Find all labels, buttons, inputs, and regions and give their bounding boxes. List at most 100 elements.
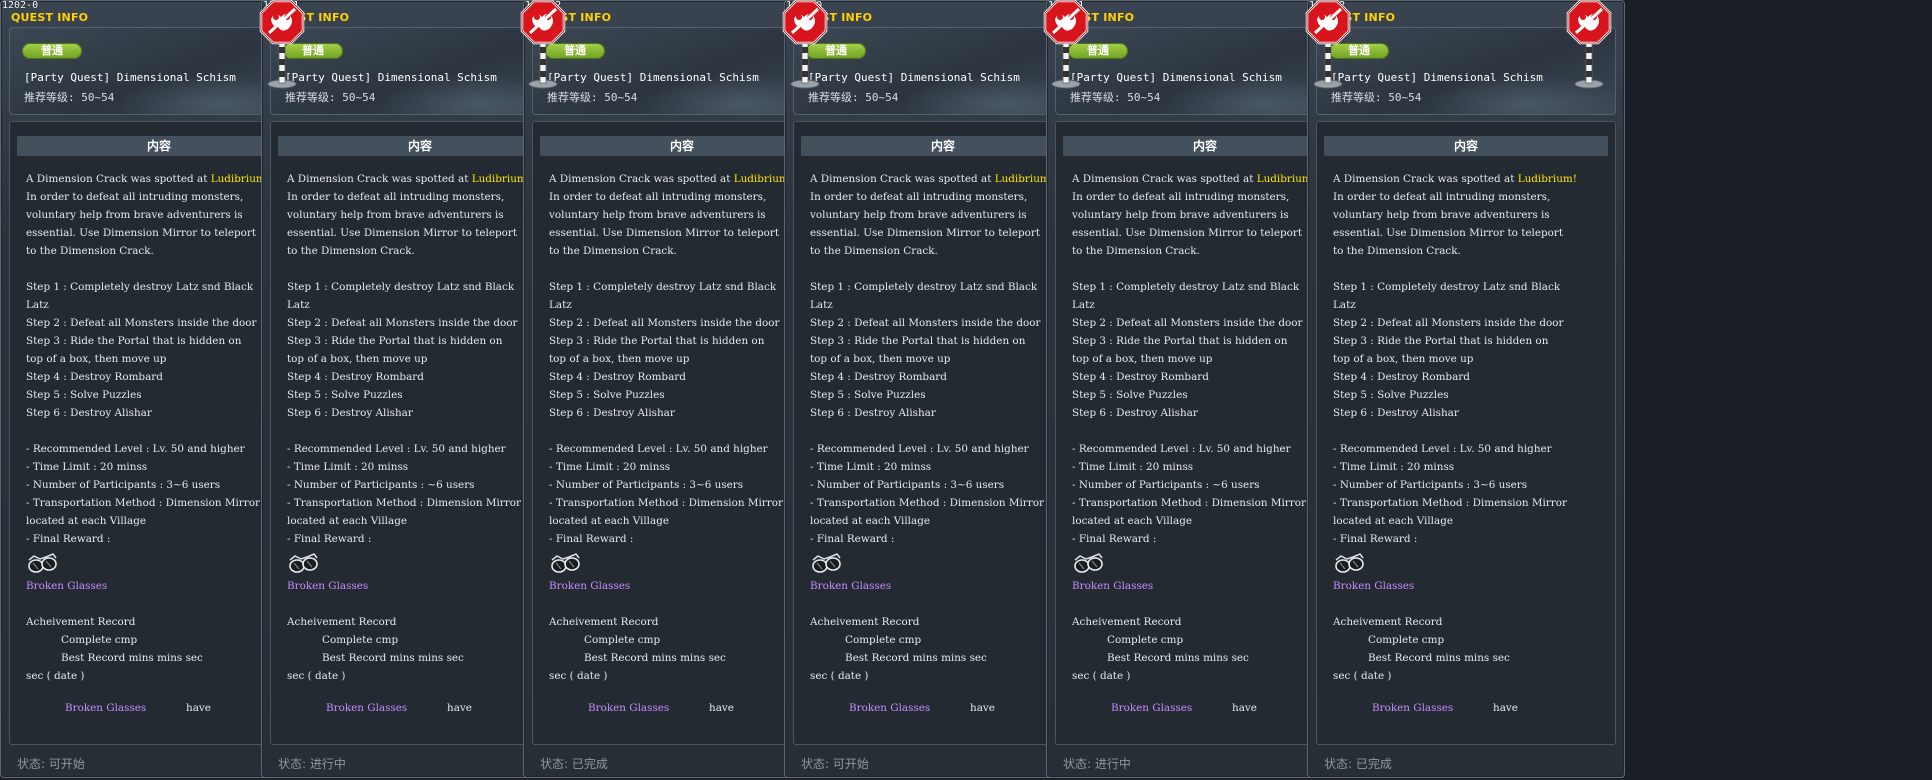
steps-line: top of a box, then move up <box>810 353 951 365</box>
steps-line: Step 4 : Destroy Rombard <box>1333 371 1470 383</box>
have-reward-name: Broken Glasses <box>588 702 670 714</box>
steps-line: Step 2 : Defeat all Monsters inside the … <box>1333 317 1564 329</box>
record-complete: Complete cmp <box>584 634 661 646</box>
recommended-level: 推荐等级: 50~54 <box>1070 91 1161 104</box>
glasses-icon <box>1074 553 1103 573</box>
info-after-line: - Final Reward : <box>810 533 895 545</box>
have-reward-name: Broken Glasses <box>1372 702 1454 714</box>
record-complete: Complete cmp <box>61 634 138 646</box>
record-complete: Complete cmp <box>1368 634 1445 646</box>
info-after-line: - Final Reward : <box>1333 533 1418 545</box>
reward-name: Broken Glasses <box>1333 580 1415 592</box>
info-before-line: - Recommended Level : Lv. 50 and higher <box>287 443 506 455</box>
record-best: Best Record mins mins sec <box>322 652 464 664</box>
steps-line: Step 6 : Destroy Alishar <box>810 407 936 419</box>
record-date: sec ( date ) <box>549 670 608 682</box>
quest-status: 状态: 已完成 <box>1324 757 1392 771</box>
have-reward-name: Broken Glasses <box>326 702 408 714</box>
content-section-header: 内容 <box>1324 136 1608 156</box>
info-after-line: - Final Reward : <box>1072 533 1157 545</box>
reward-name: Broken Glasses <box>26 580 108 592</box>
record-date: sec ( date ) <box>1333 670 1392 682</box>
record-title: Acheivement Record <box>549 616 659 628</box>
stop-sign-icon <box>259 0 305 89</box>
steps-line: Step 3 : Ride the Portal that is hidden … <box>26 335 242 347</box>
info-after-line: - Transportation Method : Dimension Mirr… <box>549 497 783 509</box>
intro-line: A Dimension Crack was spotted at Ludibri… <box>549 173 793 185</box>
recommended-level: 推荐等级: 50~54 <box>24 91 115 104</box>
steps-line: Latz <box>287 299 310 311</box>
steps-line: Step 4 : Destroy Rombard <box>1072 371 1209 383</box>
glasses-icon <box>812 553 841 573</box>
record-date: sec ( date ) <box>287 670 346 682</box>
stop-sign-icon <box>520 0 566 89</box>
info-after-line: - Final Reward : <box>549 533 634 545</box>
record-complete: Complete cmp <box>322 634 399 646</box>
steps-line: Step 2 : Defeat all Monsters inside the … <box>1072 317 1303 329</box>
steps-line: Step 1 : Completely destroy Latz snd Bla… <box>26 281 254 293</box>
location-highlight: Ludibrium! <box>1517 173 1577 185</box>
recommended-level: 推荐等级: 50~54 <box>285 91 376 104</box>
intro-lines-line: voluntary help from brave adventurers is <box>1072 209 1289 221</box>
recommended-level: 推荐等级: 50~54 <box>808 91 899 104</box>
intro-lines-line: essential. Use Dimension Mirror to telep… <box>810 227 1041 239</box>
intro-line: A Dimension Crack was spotted at Ludibri… <box>1072 173 1316 185</box>
record-best: Best Record mins mins sec <box>1368 652 1510 664</box>
intro-lines-line: to the Dimension Crack. <box>1333 245 1461 257</box>
content-section-header: 内容 <box>17 136 301 156</box>
info-after-line: located at each Village <box>287 515 407 527</box>
info-after-line: - Transportation Method : Dimension Mirr… <box>287 497 521 509</box>
steps-line: Step 1 : Completely destroy Latz snd Bla… <box>287 281 515 293</box>
info-before-line: - Recommended Level : Lv. 50 and higher <box>1072 443 1291 455</box>
info-before-line: - Time Limit : 20 minss <box>26 461 148 473</box>
record-title: Acheivement Record <box>1072 616 1182 628</box>
quest-content: 内容 A Dimension Crack was spotted at Ludi… <box>1316 121 1616 745</box>
quest-info-panels: 1202-0 QUEST INFO 普通 [Party Quest] Dimen… <box>0 0 1932 780</box>
info-before-line: - Recommended Level : Lv. 50 and higher <box>1333 443 1552 455</box>
steps-line: Step 3 : Ride the Portal that is hidden … <box>549 335 765 347</box>
steps-line: Step 3 : Ride the Portal that is hidden … <box>287 335 503 347</box>
participants-line: - Number of Participants : 3~6 users <box>26 479 221 491</box>
steps-line: Step 3 : Ride the Portal that is hidden … <box>810 335 1026 347</box>
have-reward-name: Broken Glasses <box>1111 702 1193 714</box>
quest-info-window: 1202-2 QUEST INFO 普通 [Party Quest] Dimen… <box>1307 0 1625 778</box>
steps-line: Step 6 : Destroy Alishar <box>549 407 675 419</box>
intro-lines-line: In order to defeat all intruding monster… <box>1333 191 1551 203</box>
quest-description: A Dimension Crack was spotted at Ludibri… <box>549 170 821 685</box>
stop-sign-icon <box>1305 0 1351 89</box>
intro-lines-line: essential. Use Dimension Mirror to telep… <box>549 227 780 239</box>
intro-lines-line: to the Dimension Crack. <box>26 245 154 257</box>
reward-name: Broken Glasses <box>1072 580 1154 592</box>
quest-status: 状态: 可开始 <box>801 757 869 771</box>
quest-status: 状态: 可开始 <box>17 757 85 771</box>
info-after-line: - Transportation Method : Dimension Mirr… <box>1333 497 1567 509</box>
record-title: Acheivement Record <box>1333 616 1443 628</box>
info-after-line: - Final Reward : <box>287 533 372 545</box>
record-title: Acheivement Record <box>810 616 920 628</box>
window-title: QUEST INFO <box>11 11 89 24</box>
have-label: have <box>1232 702 1257 714</box>
quest-description: A Dimension Crack was spotted at Ludibri… <box>26 170 298 685</box>
info-after-line: - Transportation Method : Dimension Mirr… <box>810 497 1044 509</box>
glasses-icon <box>28 553 57 573</box>
participants-line: - Number of Participants : ~6 users <box>1072 479 1260 491</box>
steps-line: Latz <box>26 299 49 311</box>
intro-lines-line: to the Dimension Crack. <box>287 245 415 257</box>
quest-description: A Dimension Crack was spotted at Ludibri… <box>1072 170 1344 685</box>
steps-line: top of a box, then move up <box>26 353 167 365</box>
intro-lines-line: voluntary help from brave adventurers is <box>549 209 766 221</box>
have-label: have <box>186 702 211 714</box>
participants-line: - Number of Participants : 3~6 users <box>549 479 744 491</box>
have-label: have <box>970 702 995 714</box>
steps-line: Step 1 : Completely destroy Latz snd Bla… <box>549 281 777 293</box>
info-after-line: - Transportation Method : Dimension Mirr… <box>26 497 260 509</box>
steps-line: Latz <box>1333 299 1356 311</box>
reward-name: Broken Glasses <box>549 580 631 592</box>
record-best: Best Record mins mins sec <box>584 652 726 664</box>
participants-line: - Number of Participants : 3~6 users <box>810 479 1005 491</box>
steps-line: Step 6 : Destroy Alishar <box>1333 407 1459 419</box>
quest-name: [Party Quest] Dimensional Schism <box>1070 71 1282 84</box>
intro-lines-line: voluntary help from brave adventurers is <box>287 209 504 221</box>
intro-line: A Dimension Crack was spotted at Ludibri… <box>1333 173 1577 185</box>
have-reward-name: Broken Glasses <box>849 702 931 714</box>
